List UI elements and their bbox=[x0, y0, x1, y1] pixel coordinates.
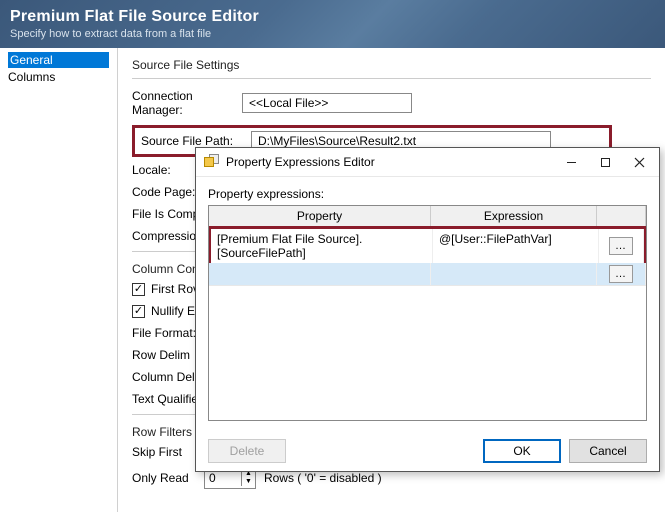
expression-editor-button[interactable]: … bbox=[609, 265, 633, 283]
cell-property[interactable] bbox=[209, 263, 431, 285]
maximize-button[interactable] bbox=[595, 154, 615, 170]
editor-title: Premium Flat File Source Editor bbox=[10, 8, 655, 26]
sidebar-item-label: General bbox=[10, 53, 53, 67]
check-icon: ✓ bbox=[132, 283, 145, 296]
grid-header: Property Expression bbox=[209, 206, 646, 227]
sidebar-item-columns[interactable]: Columns bbox=[0, 68, 117, 86]
group-source-settings: Source File Settings bbox=[132, 58, 651, 72]
minimize-icon bbox=[566, 157, 577, 168]
connection-manager-input[interactable] bbox=[242, 93, 412, 113]
grid-row-empty[interactable]: … bbox=[209, 263, 646, 286]
spinner-down-icon[interactable]: ▼ bbox=[242, 478, 255, 486]
minimize-button[interactable] bbox=[561, 154, 581, 170]
nullify-label: Nullify E bbox=[151, 304, 195, 318]
delete-button: Delete bbox=[208, 439, 286, 463]
property-expressions-dialog: Property Expressions Editor Property exp… bbox=[195, 147, 660, 472]
dialog-title: Property Expressions Editor bbox=[226, 155, 375, 169]
expressions-grid: Property Expression [Premium Flat File S… bbox=[208, 205, 647, 421]
close-button[interactable] bbox=[629, 154, 649, 170]
source-file-path-label: Source File Path: bbox=[141, 134, 251, 148]
dialog-app-icon bbox=[204, 154, 220, 170]
property-expressions-label: Property expressions: bbox=[208, 187, 647, 201]
expression-editor-button[interactable]: … bbox=[609, 237, 633, 255]
first-row-label: First Rov bbox=[151, 282, 199, 296]
check-icon: ✓ bbox=[132, 305, 145, 318]
sidebar-item-general[interactable]: General bbox=[8, 52, 109, 68]
cell-expression[interactable] bbox=[431, 263, 597, 285]
ok-button[interactable]: OK bbox=[483, 439, 561, 463]
ellipsis-icon: … bbox=[615, 240, 627, 252]
editor-header: Premium Flat File Source Editor Specify … bbox=[0, 0, 665, 48]
col-property[interactable]: Property bbox=[209, 206, 431, 226]
editor-subtitle: Specify how to extract data from a flat … bbox=[10, 28, 655, 40]
grid-row-highlighted[interactable]: [Premium Flat File Source].[SourceFilePa… bbox=[208, 226, 647, 264]
close-icon bbox=[634, 157, 645, 168]
only-read-label: Only Read bbox=[132, 471, 204, 485]
ellipsis-icon: … bbox=[615, 268, 627, 280]
col-expression[interactable]: Expression bbox=[431, 206, 597, 226]
only-read-suffix: Rows ( '0' = disabled ) bbox=[264, 471, 382, 485]
cell-expression[interactable]: @[User::FilePathVar] bbox=[433, 229, 599, 263]
dialog-titlebar[interactable]: Property Expressions Editor bbox=[196, 148, 659, 177]
sidebar-item-label: Columns bbox=[8, 70, 55, 84]
row-connection-manager: Connection Manager: bbox=[132, 89, 651, 117]
maximize-icon bbox=[600, 157, 611, 168]
dialog-footer: Delete OK Cancel bbox=[196, 431, 659, 471]
sidebar: General Columns bbox=[0, 48, 118, 512]
cell-property[interactable]: [Premium Flat File Source].[SourceFilePa… bbox=[211, 229, 433, 263]
connection-manager-label: Connection Manager: bbox=[132, 89, 242, 117]
cancel-button[interactable]: Cancel bbox=[569, 439, 647, 463]
